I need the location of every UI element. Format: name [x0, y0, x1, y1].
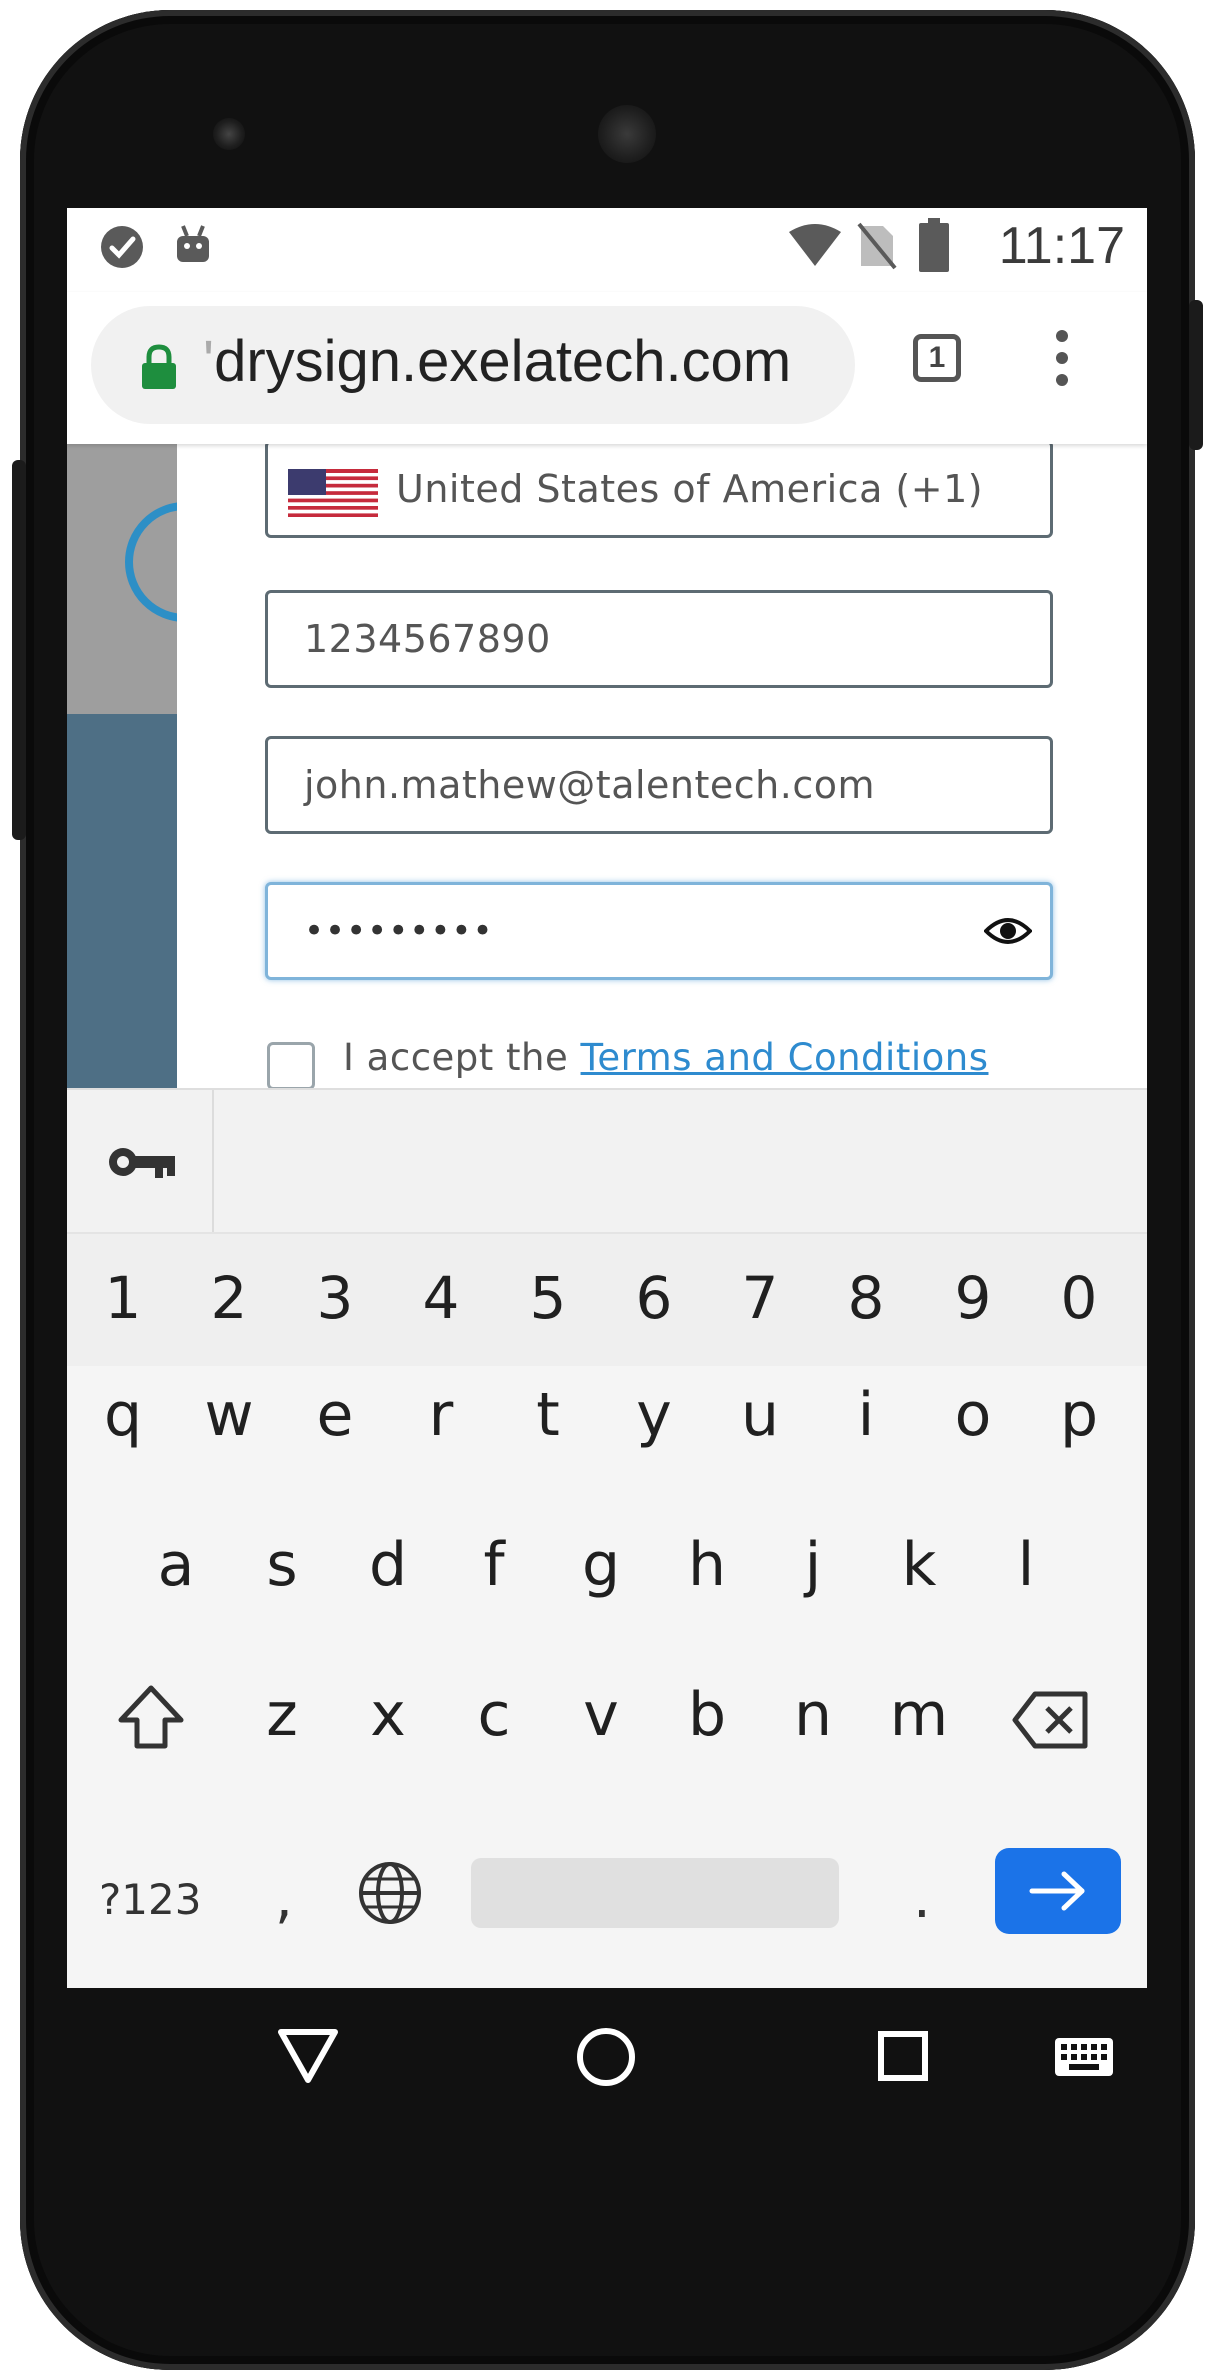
toolbar-divider	[212, 1090, 214, 1232]
background-graphic	[67, 714, 177, 1088]
key-r[interactable]: r	[401, 1380, 481, 1450]
symbols-key[interactable]: ?123	[99, 1875, 201, 1924]
logo-icon	[125, 502, 177, 622]
key-4[interactable]: 4	[406, 1264, 476, 1332]
address-bar[interactable]: 'drysign.exelatech.com	[91, 306, 855, 424]
keyboard-suggestion-bar	[67, 1090, 1147, 1234]
no-sim-icon	[857, 222, 897, 270]
key-h[interactable]: h	[667, 1530, 747, 1600]
key-d[interactable]: d	[348, 1530, 428, 1600]
accept-terms-label: I accept the Terms and Conditions	[343, 1036, 988, 1079]
key-k[interactable]: k	[879, 1530, 959, 1600]
phone-field[interactable]: 1234567890	[265, 590, 1053, 688]
key-t[interactable]: t	[508, 1380, 588, 1450]
key-x[interactable]: x	[348, 1680, 428, 1750]
key-c[interactable]: c	[454, 1680, 534, 1750]
key-q[interactable]: q	[83, 1380, 163, 1450]
keyboard-icon[interactable]	[1053, 2036, 1115, 2078]
country-select[interactable]: United States of America (+1)	[265, 440, 1053, 538]
accept-prefix: I accept the	[343, 1036, 581, 1079]
email-value: john.mathew@talentech.com	[304, 763, 875, 807]
home-icon[interactable]	[575, 2026, 637, 2088]
earpiece-speaker	[598, 105, 656, 163]
key-u[interactable]: u	[720, 1380, 800, 1450]
battery-icon	[919, 218, 949, 272]
backspace-icon[interactable]	[1011, 1690, 1091, 1750]
key-w[interactable]: w	[189, 1380, 269, 1450]
key-f[interactable]: f	[454, 1530, 534, 1600]
status-bar: 11:17	[67, 208, 1147, 292]
key-j[interactable]: j	[773, 1530, 853, 1600]
browser-toolbar: 'drysign.exelatech.com 1	[67, 292, 1147, 444]
background-panel	[67, 444, 177, 1088]
recents-icon[interactable]	[877, 2030, 929, 2082]
us-flag-icon	[288, 469, 378, 517]
show-password-eye-icon[interactable]	[984, 911, 1032, 951]
country-value: United States of America (+1)	[396, 467, 984, 511]
key-0[interactable]: 0	[1044, 1264, 1114, 1332]
key-i[interactable]: i	[826, 1380, 906, 1450]
space-key[interactable]	[471, 1858, 839, 1928]
password-field[interactable]: •••••••••	[265, 882, 1053, 980]
email-field[interactable]: john.mathew@talentech.com	[265, 736, 1053, 834]
key-p[interactable]: p	[1039, 1380, 1119, 1450]
shift-icon[interactable]	[115, 1682, 187, 1752]
key-s[interactable]: s	[242, 1530, 322, 1600]
password-value: •••••••••	[304, 911, 494, 951]
power-button	[12, 460, 26, 840]
key-9[interactable]: 9	[938, 1264, 1008, 1332]
key-5[interactable]: 5	[513, 1264, 583, 1332]
globe-icon[interactable]	[357, 1860, 423, 1926]
key-comma[interactable]: ,	[275, 1866, 293, 1931]
key-2[interactable]: 2	[194, 1264, 264, 1332]
key-y[interactable]: y	[614, 1380, 694, 1450]
url-text[interactable]: 'drysign.exelatech.com	[203, 328, 791, 395]
back-icon[interactable]	[277, 2028, 339, 2084]
volume-button	[1189, 300, 1203, 450]
accept-terms-checkbox[interactable]	[267, 1042, 315, 1090]
overflow-menu-icon[interactable]	[1052, 330, 1072, 390]
key-v[interactable]: v	[561, 1680, 641, 1750]
password-key-icon[interactable]	[107, 1142, 177, 1182]
key-m[interactable]: m	[879, 1680, 959, 1750]
front-camera	[213, 118, 245, 150]
key-o[interactable]: o	[933, 1380, 1013, 1450]
phone-value: 1234567890	[304, 617, 551, 661]
url-domain: drysign.exelatech.com	[214, 329, 792, 394]
key-g[interactable]: g	[561, 1530, 641, 1600]
wifi-icon	[789, 224, 841, 266]
check-circle-icon	[101, 226, 143, 268]
arrow-right-icon	[1029, 1871, 1085, 1911]
key-z[interactable]: z	[242, 1680, 322, 1750]
key-n[interactable]: n	[773, 1680, 853, 1750]
key-6[interactable]: 6	[619, 1264, 689, 1332]
enter-key[interactable]	[995, 1848, 1121, 1934]
key-a[interactable]: a	[136, 1530, 216, 1600]
lock-icon	[142, 344, 176, 389]
soft-keyboard: 1 2 3 4 5 6 7 8 9 0 q w e r t y u i o p …	[67, 1088, 1147, 1988]
number-row: 1 2 3 4 5 6 7 8 9 0	[67, 1234, 1147, 1366]
url-truncation-mark: '	[203, 329, 215, 394]
tab-switcher-button[interactable]: 1	[913, 334, 961, 382]
key-period[interactable]: .	[913, 1866, 931, 1931]
android-icon	[177, 225, 209, 262]
page-content: United States of America (+1) 1234567890…	[67, 440, 1147, 1090]
key-7[interactable]: 7	[725, 1264, 795, 1332]
key-1[interactable]: 1	[88, 1264, 158, 1332]
system-nav-bar	[67, 1988, 1147, 2138]
key-b[interactable]: b	[667, 1680, 747, 1750]
key-e[interactable]: e	[295, 1380, 375, 1450]
terms-link[interactable]: Terms and Conditions	[581, 1036, 989, 1079]
screen: 11:17 'drysign.exelatech.com 1 United St…	[67, 208, 1147, 1988]
key-8[interactable]: 8	[831, 1264, 901, 1332]
status-time: 11:17	[998, 217, 1125, 275]
key-l[interactable]: l	[986, 1530, 1066, 1600]
key-3[interactable]: 3	[300, 1264, 370, 1332]
